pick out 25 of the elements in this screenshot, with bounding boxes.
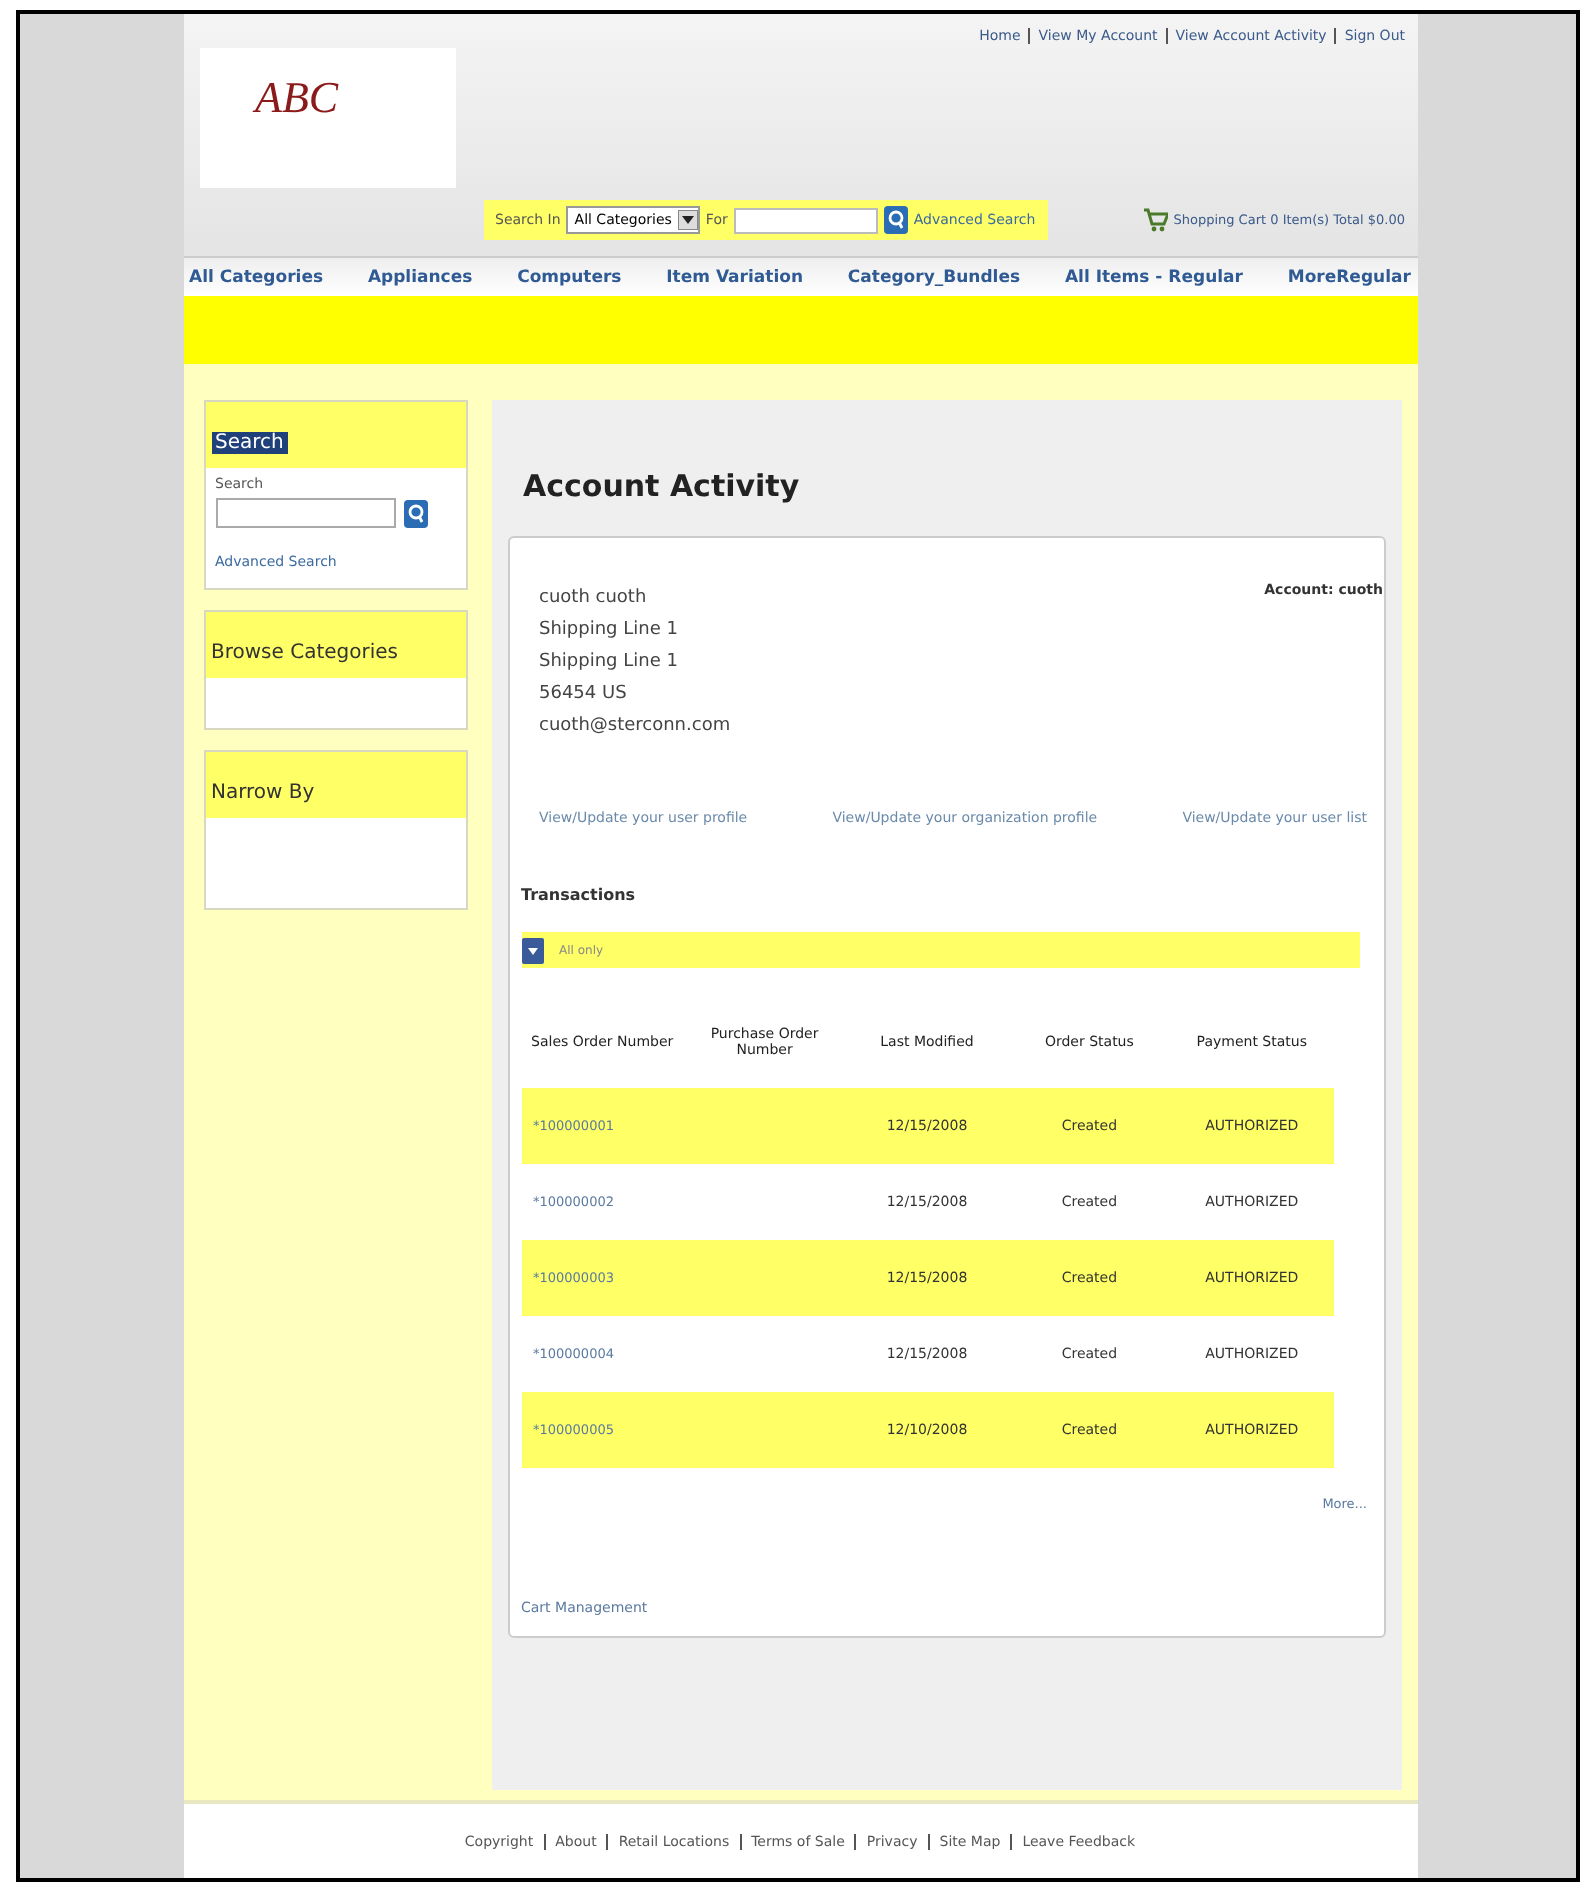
- search-field[interactable]: [215, 498, 395, 528]
- page-title: Account Activity: [523, 468, 802, 504]
- panel-title: Browse Categories: [211, 642, 398, 664]
- dropdown-arrow-icon: [677, 210, 698, 230]
- cart-icon[interactable]: [1143, 208, 1168, 232]
- nav-tab[interactable]: Category_Bundles: [847, 268, 1021, 288]
- address-line: Shipping Line 1: [539, 618, 680, 644]
- section-heading: Transactions: [521, 886, 638, 904]
- search-icon[interactable]: [883, 206, 908, 234]
- panel-title: Search: [211, 432, 288, 454]
- filter-icon[interactable]: [521, 937, 543, 963]
- nav-tab[interactable]: All Items - Regular: [1064, 268, 1243, 288]
- address-line: cuoth@sterconn.com: [539, 714, 731, 740]
- nav-tab[interactable]: All Categories: [189, 268, 324, 288]
- nav-tab[interactable]: Appliances: [367, 268, 473, 288]
- address-line: cuoth cuoth: [539, 586, 649, 612]
- nav-tab[interactable]: Item Variation: [666, 268, 804, 288]
- address-line: 56454 US: [539, 682, 629, 708]
- search-field[interactable]: [733, 207, 878, 233]
- nav-tab[interactable]: Computers: [517, 268, 622, 288]
- panel-title: Narrow By: [211, 782, 315, 804]
- nav-tab[interactable]: MoreRegular: [1287, 268, 1411, 288]
- search-icon[interactable]: [403, 499, 427, 527]
- logo[interactable]: ABC: [255, 72, 339, 124]
- address-line: Shipping Line 1: [539, 650, 680, 676]
